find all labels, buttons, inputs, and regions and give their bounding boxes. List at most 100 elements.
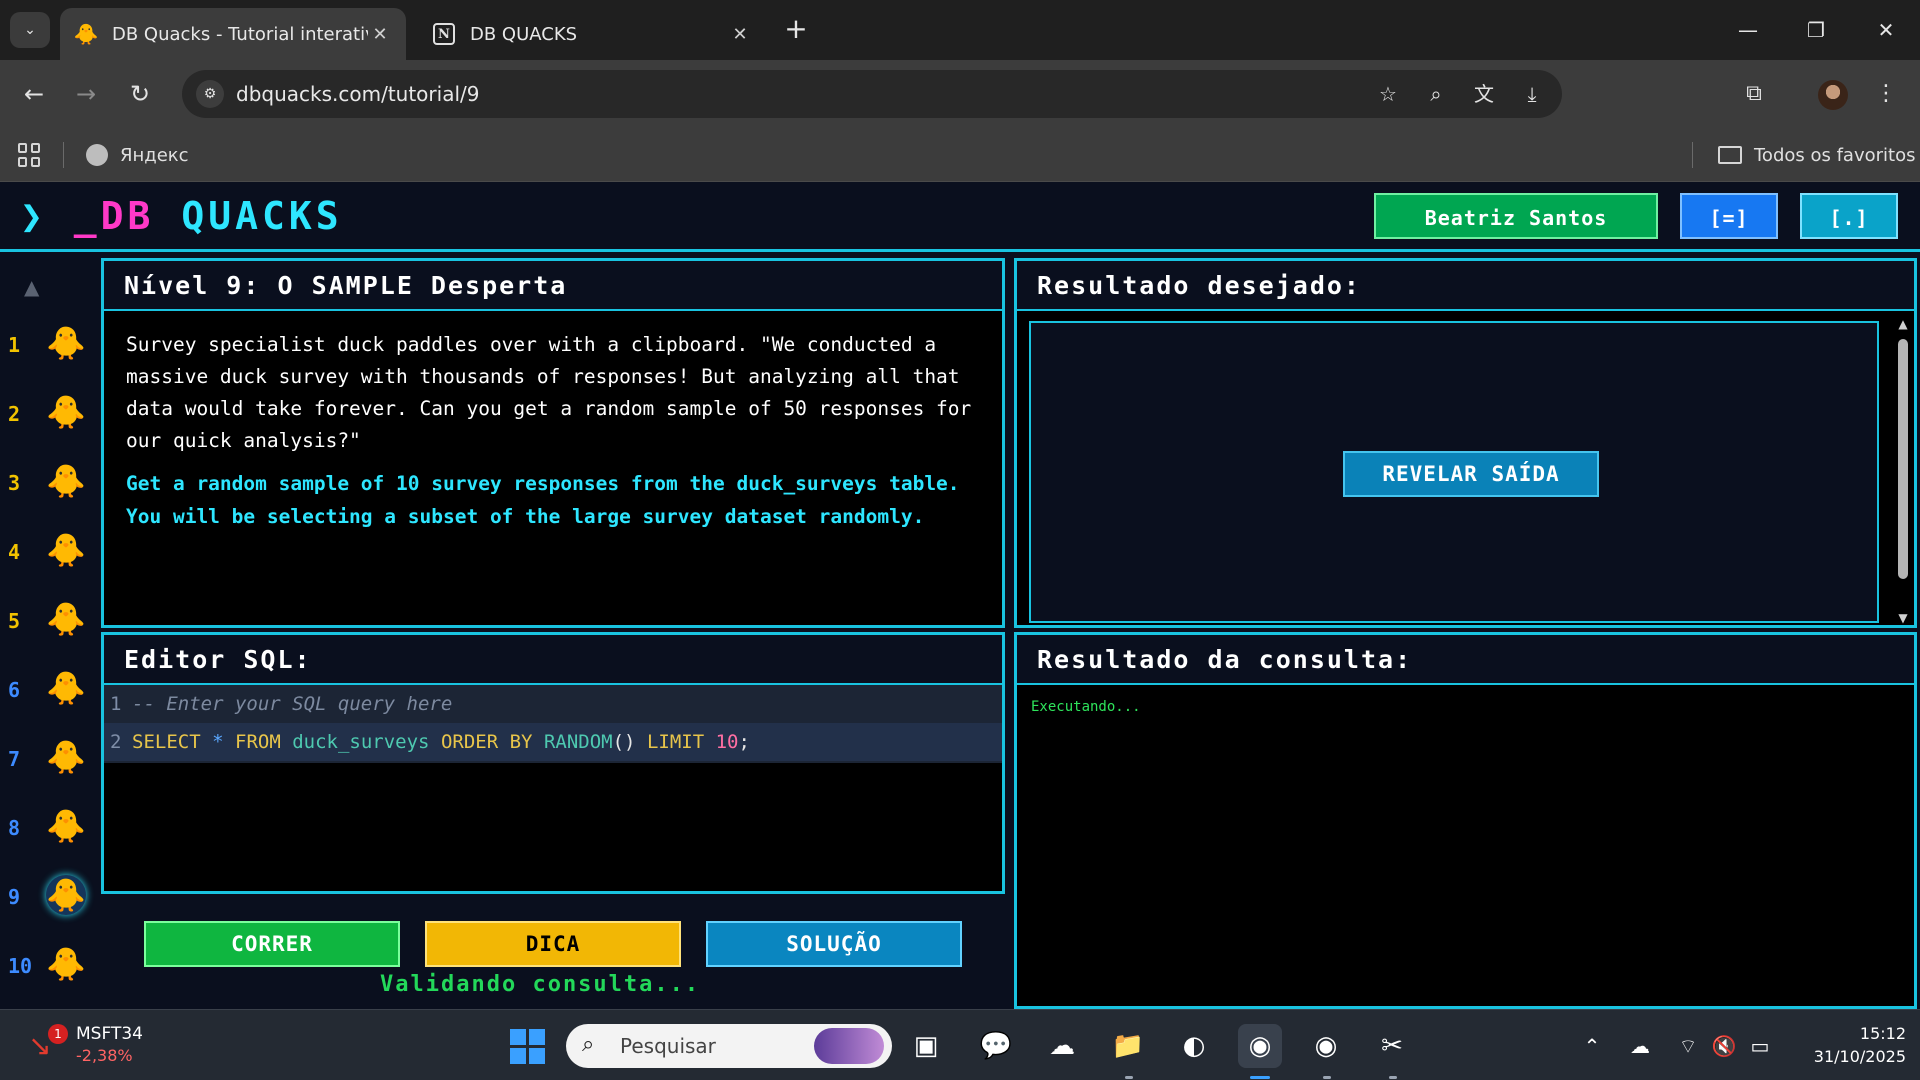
notion-icon: N [432,22,456,46]
line-number: 1 [110,693,122,715]
level-item-8[interactable]: 8 🐥 [0,798,96,858]
editor-title: Editor SQL: [104,635,1002,685]
hint-button[interactable]: DICA [425,921,681,967]
level-item-9[interactable]: 9 🐥 [0,867,96,927]
scroll-down-arrow-icon[interactable]: ▼ [1896,611,1910,625]
date: 31/10/2025 [1813,1047,1906,1066]
close-window-button[interactable]: ✕ [1864,10,1908,50]
divider [63,142,64,168]
tab-title: DB QUACKS [470,23,578,45]
scroll-up-icon[interactable]: ▲ [24,275,39,299]
minimize-button[interactable]: — [1726,10,1770,50]
reload-icon: ↻ [129,80,151,108]
chrome-icon[interactable]: ◉ [1238,1024,1282,1068]
divider [1692,142,1693,168]
search-placeholder: Pesquisar [620,1034,716,1058]
level-item-2[interactable]: 2 🐥 [0,384,96,444]
profile-avatar[interactable] [1818,80,1848,110]
chat-icon[interactable]: 💬 [974,1024,1018,1068]
close-tab-icon[interactable]: ✕ [728,24,752,45]
level-item-1[interactable]: 1 🐥 [0,315,96,375]
tab-dbquacks-tutorial[interactable]: 🐥 DB Quacks - Tutorial interativo ✕ [60,8,406,60]
close-tab-icon[interactable]: ✕ [368,24,392,45]
restore-button[interactable]: ❐ [1794,10,1838,50]
taskbar-search[interactable]: ⌕ Pesquisar [566,1024,892,1068]
new-tab-button[interactable]: + [780,14,812,46]
tab-db-quacks-notion[interactable]: N DB QUACKS ✕ [418,8,766,60]
code-editor[interactable]: 1 -- Enter your SQL query here 2 SELECT … [104,685,1002,763]
chrome-profile-b-icon[interactable]: ◉ [1304,1024,1348,1068]
url-text[interactable]: dbquacks.com/tutorial/9 [236,82,479,106]
file-explorer-icon[interactable]: 📁 [1106,1024,1150,1068]
level-item-3[interactable]: 3 🐥 [0,453,96,513]
address-bar[interactable]: ⚙ dbquacks.com/tutorial/9 ⤓ 文 ⌕ ☆ [182,70,1562,118]
translate-icon[interactable]: 文 [1468,79,1500,109]
execution-status: Executando... [1031,699,1141,715]
code-line-text[interactable]: SELECT * FROM duck_surveys ORDER BY RAND… [132,723,750,761]
m365-copilot-icon[interactable]: ☁ [1040,1024,1084,1068]
cloud-offline-icon[interactable]: ☁ [1624,1034,1656,1058]
back-button[interactable]: ← [14,74,54,114]
all-bookmarks[interactable]: Todos os favoritos [1718,140,1915,170]
star-icon[interactable]: ☆ [1372,79,1404,109]
battery-icon[interactable]: ▭ [1744,1034,1776,1058]
level-item-7[interactable]: 7 🐥 [0,729,96,789]
reload-button[interactable]: ↻ [120,74,160,114]
desired-result-panel: Resultado desejado: REVELAR SAÍDA ▲ ▼ [1014,258,1917,628]
duck-icon: 🐥 [73,22,99,46]
duck-icon: 🐥 [46,600,86,638]
user-button[interactable]: Beatriz Santos [1374,193,1658,239]
running-indicator [1389,1076,1397,1079]
start-button[interactable] [505,1024,549,1068]
level-item-4[interactable]: 4 🐥 [0,522,96,582]
menu-button[interactable]: [=] [1680,193,1778,239]
level-number: 7 [8,747,21,771]
level-item-5[interactable]: 5 🐥 [0,591,96,651]
duck-icon: 🐥 [46,669,86,707]
level-number: 2 [8,402,21,426]
query-result-title: Resultado da consulta: [1017,635,1914,685]
show-hidden-icons-chevron-up-icon[interactable]: ⌃ [1576,1034,1608,1058]
menu-icon[interactable]: ⋮ [1866,74,1906,114]
stock-change: -2,38% [76,1046,133,1065]
extensions-icon[interactable]: ⧉ [1734,74,1774,114]
speaker-muted-icon[interactable]: 🔇 [1708,1034,1740,1058]
solution-button[interactable]: SOLUÇÃO [706,921,962,967]
code-line-text[interactable]: -- Enter your SQL query here [132,685,452,723]
logo[interactable]: ❯ _DB QUACKS [20,194,343,238]
edge-icon[interactable]: ◐ [1172,1024,1216,1068]
code-line[interactable]: 2 SELECT * FROM duck_surveys ORDER BY RA… [104,723,1002,761]
taskbar: ↘ 1 MSFT34 -2,38% ⌕ Pesquisar ▣ 💬 ☁ 📁 ◐ … [0,1009,1920,1080]
chevron-down-icon: ⌄ [24,22,36,38]
snipping-tool-icon[interactable]: ✂ [1370,1024,1414,1068]
scrollbar-thumb[interactable] [1898,339,1908,579]
task-view-icon[interactable]: ▣ [904,1024,948,1068]
level-item-10[interactable]: 10 🐥 [0,936,96,996]
scrollbar[interactable]: ▲ ▼ [1894,317,1912,625]
forward-button[interactable]: → [66,74,106,114]
stock-widget[interactable]: ↘ 1 MSFT34 -2,38% [28,1022,178,1070]
scroll-up-arrow-icon[interactable]: ▲ [1896,317,1910,331]
bookmark-yandex[interactable]: Яндекс [86,140,189,170]
tab-search-button[interactable]: ⌄ [10,12,50,48]
arrow-left-icon: ← [23,80,45,108]
options-button[interactable]: [.] [1800,193,1898,239]
wifi-icon[interactable]: ⌔ [1672,1034,1704,1059]
reveal-output-button[interactable]: REVELAR SAÍDA [1343,451,1599,497]
clock[interactable]: 15:12 31/10/2025 [1796,1022,1906,1068]
site-info-icon[interactable]: ⚙ [196,80,224,108]
globe-icon [86,144,108,166]
bookmarks-bar: Яндекс Todos os favoritos [0,128,1920,182]
sql-editor-panel: Editor SQL: 1 -- Enter your SQL query he… [101,632,1005,894]
level-title: Nível 9: O SAMPLE Desperta [104,261,1002,311]
code-line[interactable]: 1 -- Enter your SQL query here [104,685,1002,723]
duck-icon: 🐥 [46,807,86,845]
install-app-icon[interactable]: ⤓ [1516,79,1548,109]
apps-grid-icon[interactable] [18,143,42,167]
run-button[interactable]: CORRER [144,921,400,967]
logo-db: _DB [73,194,155,238]
level-item-6[interactable]: 6 🐥 [0,660,96,720]
desired-result-title: Resultado desejado: [1017,261,1914,311]
duck-icon: 🐥 [46,875,86,915]
zoom-icon[interactable]: ⌕ [1420,79,1452,109]
